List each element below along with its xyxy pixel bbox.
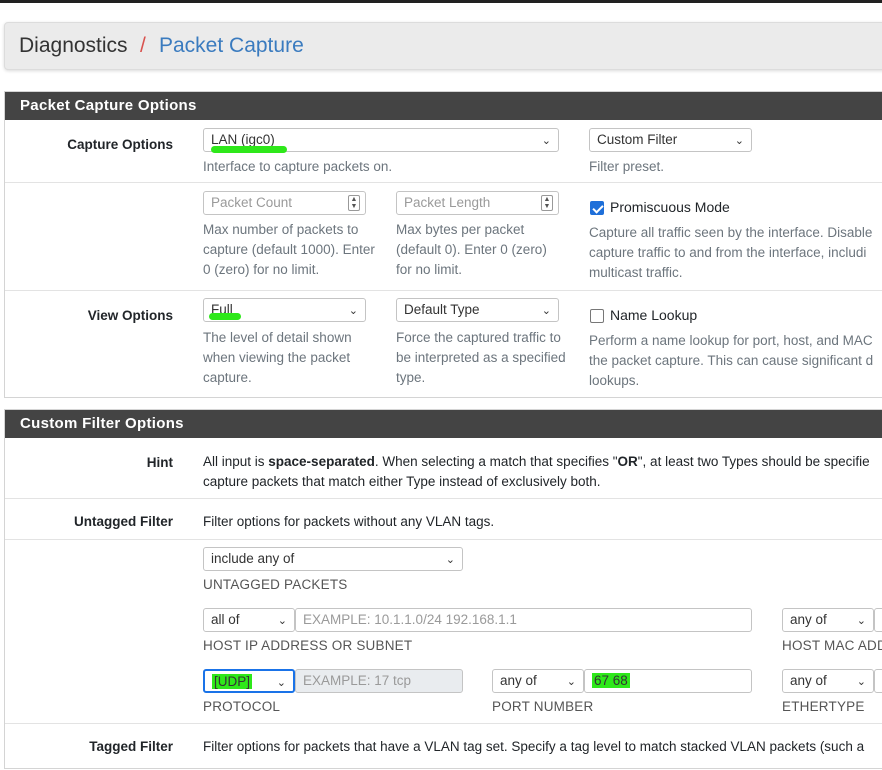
stepper-icon[interactable]: ▲ ▼ xyxy=(348,195,360,211)
custom-filter-panel: Custom Filter Options Hint All input is … xyxy=(4,409,882,769)
detail-help: The level of detail shown when viewing t… xyxy=(203,330,352,385)
filter-preset-help: Filter preset. xyxy=(589,159,665,174)
untagged-filter-row: Untagged Filter Filter options for packe… xyxy=(5,498,882,539)
chevron-down-icon: ⌄ xyxy=(277,615,287,627)
name-lookup-label: Name Lookup xyxy=(610,307,698,323)
port-match-select[interactable]: any of ⌄ xyxy=(492,669,584,693)
hint-row: Hint All input is space-separated. When … xyxy=(5,438,882,498)
packet-count-help: Max number of packets to capture (defaul… xyxy=(203,222,375,277)
breadcrumb-separator: / xyxy=(140,34,146,57)
host-ip-match-value: all of xyxy=(211,612,240,627)
stepper-icon[interactable]: ▲ ▼ xyxy=(541,195,553,211)
chevron-down-icon: ⌄ xyxy=(348,305,358,317)
chevron-down-icon: ⌄ xyxy=(541,135,551,147)
ethertype-match-select[interactable]: any of ⌄ xyxy=(782,669,874,693)
filter-preset-value: Custom Filter xyxy=(597,132,678,147)
view-options-row: View Options Full ⌄ The level of detail … xyxy=(5,290,882,398)
protocol-match-select[interactable]: [UDP] ⌄ xyxy=(203,669,295,693)
filter-preset-select[interactable]: Custom Filter ⌄ xyxy=(589,128,752,152)
type-select[interactable]: Default Type ⌄ xyxy=(396,298,559,322)
tagged-filter-row: Tagged Filter Filter options for packets… xyxy=(5,723,882,770)
hint-text-part: All input is xyxy=(203,454,269,469)
untagged-filter-fields: include any of ⌄ UNTAGGED PACKETS all of… xyxy=(5,539,882,723)
breadcrumb: Diagnostics / Packet Capture xyxy=(4,22,882,70)
top-bar xyxy=(0,0,882,3)
packet-count-placeholder: Packet Count xyxy=(211,195,293,210)
ethertype-caption: ETHERTYPE xyxy=(782,699,865,714)
promiscuous-label: Promiscuous Mode xyxy=(610,199,730,215)
ethertype-input[interactable] xyxy=(874,669,882,693)
panel-title: Custom Filter Options xyxy=(5,410,882,438)
packet-length-input[interactable]: Packet Length ▲ ▼ xyxy=(396,191,559,215)
promiscuous-help: Capture all traffic seen by the interfac… xyxy=(589,225,873,280)
promiscuous-checkbox[interactable] xyxy=(590,201,604,215)
chevron-down-icon: ⌄ xyxy=(541,305,551,317)
type-help: Force the captured traffic to be interpr… xyxy=(396,330,566,385)
hint-text-part: . When selecting a match that specifies … xyxy=(374,454,618,469)
hint-label: Hint xyxy=(146,455,173,470)
port-input[interactable]: 67 68 xyxy=(584,669,752,693)
host-mac-match-select[interactable]: any of ⌄ xyxy=(782,608,874,632)
capture-options-panel: Packet Capture Options Capture Options L… xyxy=(4,91,882,398)
highlight-mark xyxy=(211,146,287,153)
name-lookup-checkbox[interactable] xyxy=(590,309,604,323)
port-value: 67 68 xyxy=(592,673,630,688)
host-mac-match-value: any of xyxy=(790,612,827,627)
untagged-packets-caption: UNTAGGED PACKETS xyxy=(203,577,348,592)
type-value: Default Type xyxy=(404,302,480,317)
tagged-filter-label: Tagged Filter xyxy=(89,739,173,754)
protocol-match-value: [UDP] xyxy=(212,674,253,689)
host-ip-caption: HOST IP ADDRESS OR SUBNET xyxy=(203,638,413,653)
panel-title: Packet Capture Options xyxy=(5,92,882,120)
hint-bold: space-separated xyxy=(268,454,375,469)
protocol-input[interactable]: EXAMPLE: 17 tcp xyxy=(295,669,463,693)
breadcrumb-root[interactable]: Diagnostics xyxy=(19,34,128,58)
capture-options-row: Capture Options LAN (igc0) ⌄ Interface t… xyxy=(5,120,882,182)
hint-text: All input is space-separated. When selec… xyxy=(203,452,882,492)
capture-limits-row: Packet Count ▲ ▼ Max number of packets to… xyxy=(5,182,882,290)
chevron-down-icon: ⌄ xyxy=(856,615,866,627)
chevron-down-icon: ⌄ xyxy=(856,676,866,688)
interface-help: Interface to capture packets on. xyxy=(203,159,393,174)
packet-length-help: Max bytes per packet (default 0). Enter … xyxy=(396,222,547,277)
interface-value: LAN (igc0) xyxy=(211,132,275,147)
chevron-down-icon: ⌄ xyxy=(445,554,455,566)
packet-length-placeholder: Packet Length xyxy=(404,195,491,210)
port-match-value: any of xyxy=(500,673,537,688)
highlight-mark xyxy=(209,313,241,320)
chevron-down-icon: ⌄ xyxy=(276,677,286,689)
host-mac-input[interactable] xyxy=(874,608,882,632)
chevron-down-icon: ⌄ xyxy=(566,676,576,688)
untagged-match-select[interactable]: include any of ⌄ xyxy=(203,547,463,571)
page-title[interactable]: Packet Capture xyxy=(159,34,304,58)
tagged-filter-help: Filter options for packets that have a V… xyxy=(203,739,865,754)
host-mac-caption: HOST MAC ADD xyxy=(782,638,882,653)
ethertype-match-value: any of xyxy=(790,673,827,688)
view-options-label: View Options xyxy=(87,308,173,323)
packet-count-input[interactable]: Packet Count ▲ ▼ xyxy=(203,191,366,215)
host-ip-input[interactable]: EXAMPLE: 10.1.1.0/24 192.168.1.1 xyxy=(295,608,752,632)
untagged-filter-label: Untagged Filter xyxy=(73,514,173,529)
name-lookup-help: Perform a name lookup for port, host, an… xyxy=(589,333,874,388)
untagged-filter-help: Filter options for packets without any V… xyxy=(203,514,495,529)
protocol-caption: PROTOCOL xyxy=(203,699,281,714)
capture-options-label: Capture Options xyxy=(67,137,173,152)
host-ip-match-select[interactable]: all of ⌄ xyxy=(203,608,295,632)
chevron-down-icon: ⌄ xyxy=(734,135,744,147)
untagged-match-value: include any of xyxy=(211,551,295,566)
hint-bold: OR xyxy=(617,454,638,469)
port-caption: PORT NUMBER xyxy=(492,699,594,714)
